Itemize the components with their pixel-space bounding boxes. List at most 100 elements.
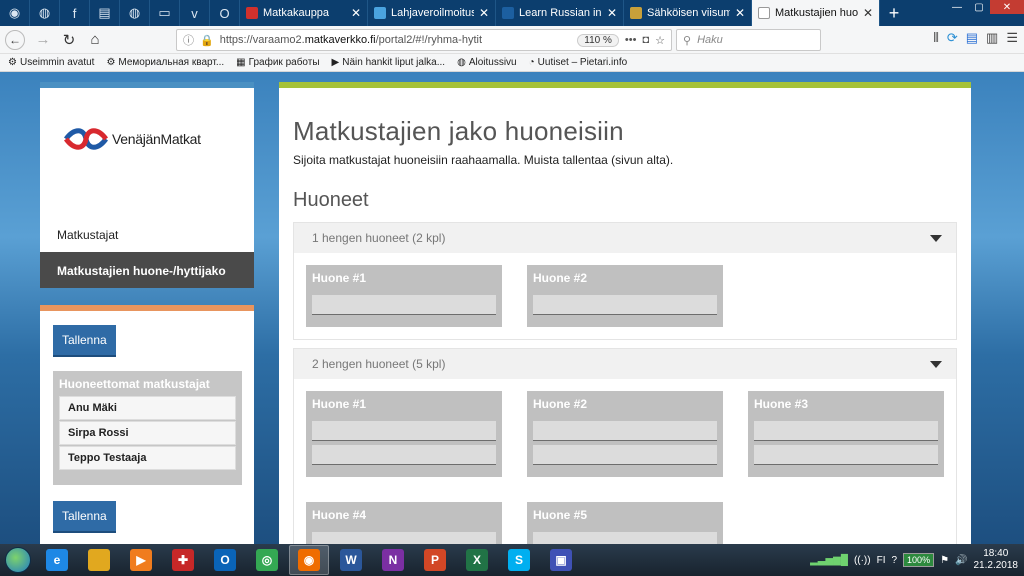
wireless-icon[interactable]: ((·)) xyxy=(854,555,871,566)
start-button[interactable] xyxy=(0,545,36,575)
room-group-header[interactable]: 1 hengen huoneet (2 kpl) xyxy=(294,223,956,253)
home-button[interactable]: ⌂ xyxy=(83,28,107,52)
signal-icon[interactable]: ▂▃▅▆█ xyxy=(810,555,848,566)
pinned-tab[interactable]: ◍ xyxy=(30,0,60,26)
room-group-header[interactable]: 2 hengen huoneet (5 kpl) xyxy=(294,349,956,379)
bookmark-item[interactable]: ◔ Uutiset – Pietari.info xyxy=(529,57,628,68)
library-icon[interactable]: ⫴ xyxy=(933,30,938,46)
taskbar-app[interactable]: S xyxy=(499,545,539,575)
bookmark-item[interactable]: ◍ Aloitussivu xyxy=(457,57,517,68)
browser-tab[interactable]: Lahjaveroilmoitus (3) ✕ xyxy=(368,0,496,26)
room-slot-dropzone[interactable] xyxy=(533,295,717,315)
taskbar-app[interactable]: O xyxy=(205,545,245,575)
pinned-tab[interactable]: v xyxy=(180,0,210,26)
bookmark-item[interactable]: ▶ Näin hankit liput jalka... xyxy=(332,57,446,68)
close-tab-icon[interactable]: ✕ xyxy=(351,6,361,20)
taskbar-app[interactable]: W xyxy=(331,545,371,575)
close-tab-icon[interactable]: ✕ xyxy=(863,6,873,20)
minimize-button[interactable]: — xyxy=(946,0,968,14)
hamburger-menu-icon[interactable]: ☰ xyxy=(1006,30,1018,46)
sidebar-item-travelers[interactable]: Matkustajat xyxy=(40,216,254,252)
bookmark-label: Näin hankit liput jalka... xyxy=(342,57,446,68)
close-window-button[interactable]: ✕ xyxy=(990,0,1024,14)
document-icon: ▤ xyxy=(98,5,111,20)
help-icon[interactable]: ? xyxy=(891,555,897,566)
room-slot-dropzone[interactable] xyxy=(533,445,717,465)
pinned-tab[interactable]: O xyxy=(210,0,240,26)
logo-text: VenäjänMatkat xyxy=(112,131,201,147)
chevron-down-icon[interactable] xyxy=(930,360,942,368)
taskbar-app[interactable]: ▣ xyxy=(541,545,581,575)
room-title: Huone #1 xyxy=(312,397,367,411)
close-tab-icon[interactable]: ✕ xyxy=(607,6,617,20)
bookmarks-toolbar: ⚙ Useimmin avatut ⚙ Мемориальная кварт... ▦ Г… xyxy=(0,54,1024,72)
sidebar-item-room-allocation[interactable]: Matkustajien huone-/hyttijako xyxy=(40,252,254,288)
room-slot-dropzone[interactable] xyxy=(754,421,938,441)
document-icon xyxy=(374,7,386,19)
taskbar-app[interactable]: ▶ xyxy=(121,545,161,575)
unassigned-travelers-box: Huoneettomat matkustajat Anu Mäki Sirpa R… xyxy=(53,371,242,485)
room-slot-dropzone[interactable] xyxy=(533,532,717,544)
bookmark-item[interactable]: ⚙ Useimmin avatut xyxy=(8,57,94,68)
pocket-icon[interactable]: ◘ xyxy=(642,34,649,46)
keyboard-lang[interactable]: FI xyxy=(877,555,886,566)
taskbar-app[interactable]: ✚ xyxy=(163,545,203,575)
pinned-tab[interactable]: f xyxy=(60,0,90,26)
new-tab-button[interactable]: + xyxy=(880,0,908,26)
maximize-button[interactable]: ▢ xyxy=(968,0,990,14)
taskbar-app[interactable] xyxy=(79,545,119,575)
bookmark-star-icon[interactable]: ☆ xyxy=(655,34,665,47)
page-actions-icon[interactable]: ••• xyxy=(625,34,637,46)
pinned-tab[interactable]: ▤ xyxy=(90,0,120,26)
traveler-card[interactable]: Anu Mäki xyxy=(59,396,236,420)
info-icon[interactable]: ⓘ xyxy=(183,32,194,48)
room-slot-dropzone[interactable] xyxy=(754,445,938,465)
address-bar[interactable]: ⓘ 🔒 https://varaamo2.matkaverkko.fi/port… xyxy=(176,29,672,51)
traveler-card[interactable]: Sirpa Rossi xyxy=(59,421,236,445)
save-button-top[interactable]: Tallenna xyxy=(53,325,116,357)
taskbar-app[interactable]: P xyxy=(415,545,455,575)
room-slot-dropzone[interactable] xyxy=(533,421,717,441)
url-text[interactable]: https://varaamo2.matkaverkko.fi/portal2/… xyxy=(220,34,572,46)
taskbar-app[interactable]: ◎ xyxy=(247,545,287,575)
browser-tab[interactable]: Learn Russian in Russ ✕ xyxy=(496,0,624,26)
taskbar-app[interactable]: e xyxy=(37,545,77,575)
taskbar-app[interactable]: N xyxy=(373,545,413,575)
search-input[interactable]: ⚲ Haku xyxy=(676,29,821,51)
zoom-indicator[interactable]: 110 % xyxy=(577,33,619,47)
chrome-icon: ◉ xyxy=(8,5,21,20)
sidebar-icon[interactable]: ▥ xyxy=(986,30,998,46)
globe-icon: ◍ xyxy=(457,57,466,68)
clock[interactable]: 18:40 21.2.2018 xyxy=(974,548,1019,572)
volume-icon[interactable]: 🔊 xyxy=(955,555,967,566)
traveler-card[interactable]: Teppo Testaaja xyxy=(59,446,236,470)
sync-icon[interactable]: ⟳ xyxy=(947,30,958,46)
pinned-tab[interactable]: ◉ xyxy=(0,0,30,26)
logo-panel: VenäjänMatkat xyxy=(40,82,254,216)
close-tab-icon[interactable]: ✕ xyxy=(735,6,745,20)
battery-indicator[interactable]: 100% xyxy=(903,553,935,567)
forward-button[interactable]: → xyxy=(31,28,55,52)
room-slot-dropzone[interactable] xyxy=(312,445,496,465)
taskbar-app[interactable]: X xyxy=(457,545,497,575)
extension-icon[interactable]: ▤ xyxy=(966,30,978,46)
browser-tab[interactable]: Matkakauppa ✕ xyxy=(240,0,368,26)
room-slot-dropzone[interactable] xyxy=(312,421,496,441)
pinned-tab[interactable]: ◍ xyxy=(120,0,150,26)
bookmark-item[interactable]: ⚙ Мемориальная кварт... xyxy=(106,57,224,68)
close-tab-icon[interactable]: ✕ xyxy=(479,6,489,20)
room-title: Huone #5 xyxy=(533,508,588,522)
bookmark-item[interactable]: ▦ График работы xyxy=(236,57,319,68)
reload-button[interactable]: ↻ xyxy=(57,28,81,52)
room-slot-dropzone[interactable] xyxy=(312,295,496,315)
back-button[interactable]: ← xyxy=(5,29,25,50)
chevron-down-icon[interactable] xyxy=(930,234,942,242)
taskbar-app[interactable]: ◉ xyxy=(289,545,329,575)
flag-icon[interactable]: ⚑ xyxy=(940,555,949,566)
logo[interactable]: VenäjänMatkat xyxy=(64,128,201,150)
pinned-tab[interactable]: ▭ xyxy=(150,0,180,26)
room-slot-dropzone[interactable] xyxy=(312,532,496,544)
browser-tab[interactable]: Sähköisen viisumiha ✕ xyxy=(624,0,752,26)
save-button-bottom[interactable]: Tallenna xyxy=(53,501,116,533)
browser-tab[interactable]: Matkustajien huone-/hytti ✕ xyxy=(752,0,880,26)
